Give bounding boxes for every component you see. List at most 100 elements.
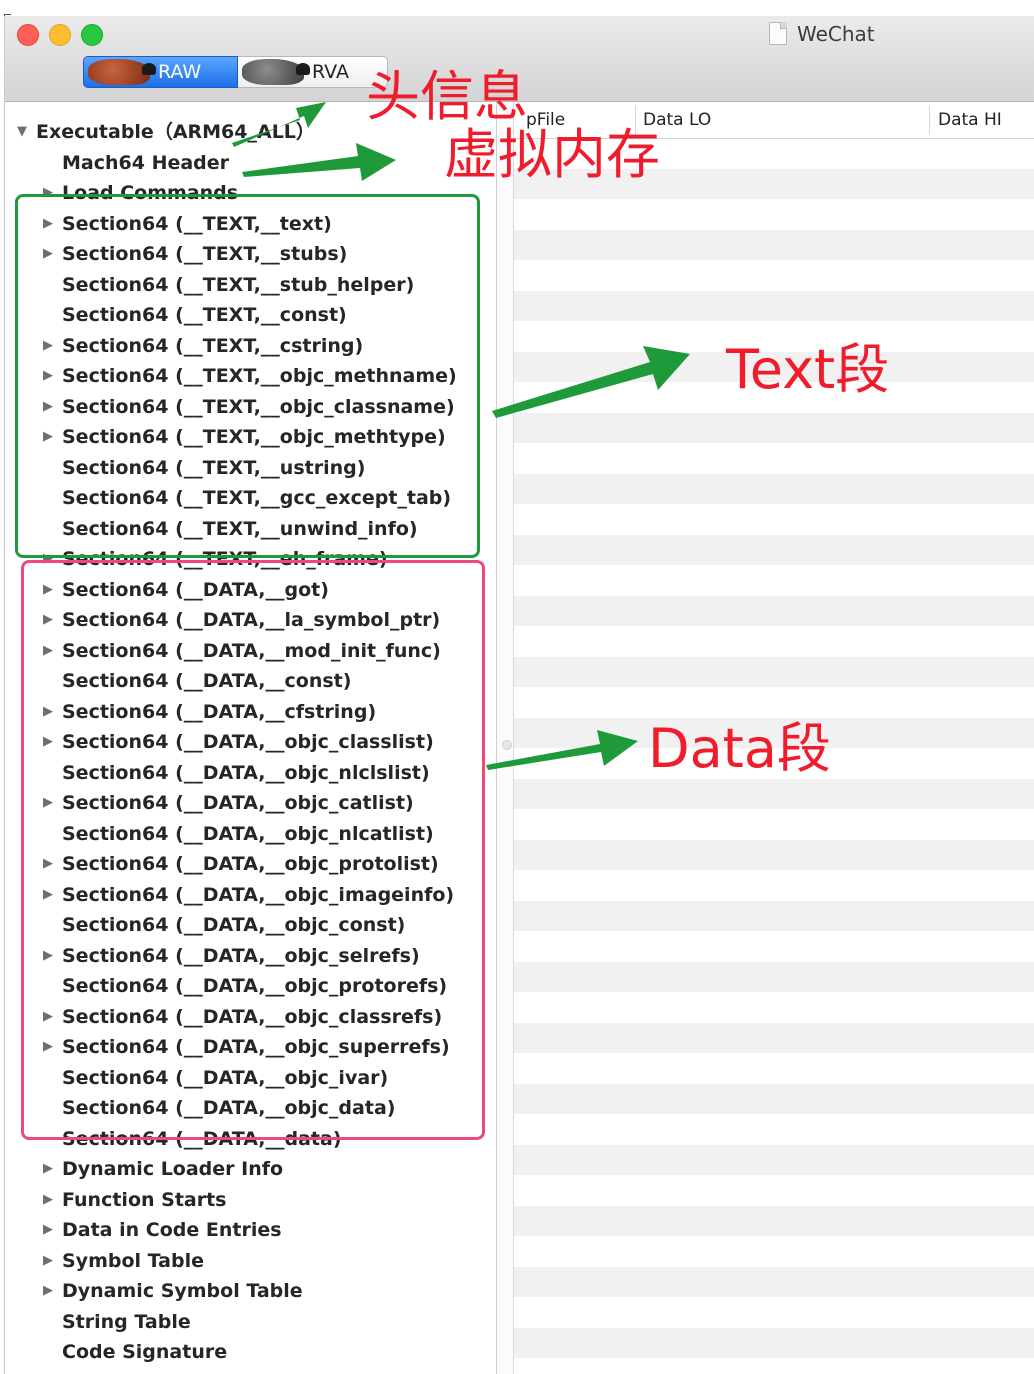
disclosure-collapsed-icon[interactable]: ▶ — [43, 331, 53, 361]
disclosure-collapsed-icon[interactable]: ▶ — [43, 1246, 53, 1276]
tree-row[interactable]: ▶ Section64 (__TEXT,__eh_frame) — [5, 544, 496, 574]
table-row[interactable] — [514, 1297, 1034, 1327]
column-header-data-lo[interactable]: Data LO — [643, 110, 711, 130]
disclosure-collapsed-icon[interactable]: ▶ — [43, 880, 53, 910]
table-row[interactable] — [514, 321, 1034, 351]
raw-view-button[interactable]: RAW — [83, 56, 238, 88]
disclosure-collapsed-icon[interactable]: ▶ — [43, 941, 53, 971]
column-header-pfile[interactable]: pFile — [526, 110, 565, 130]
tree-row[interactable]: Section64 (__TEXT,__stub_helper) — [5, 270, 496, 300]
disclosure-collapsed-icon[interactable]: ▶ — [43, 575, 53, 605]
table-row[interactable] — [514, 961, 1034, 992]
disclosure-collapsed-icon[interactable]: ▶ — [43, 727, 53, 757]
disclosure-collapsed-icon[interactable]: ▶ — [43, 605, 53, 635]
tree-row[interactable]: ▶ Section64 (__DATA,__la_symbol_ptr) — [5, 605, 496, 635]
table-row[interactable] — [514, 717, 1034, 748]
table-row[interactable] — [514, 1327, 1034, 1358]
disclosure-collapsed-icon[interactable]: ▶ — [43, 1185, 53, 1215]
disclosure-collapsed-icon[interactable]: ▶ — [43, 849, 53, 879]
table-row[interactable] — [514, 351, 1034, 382]
table-row[interactable] — [514, 382, 1034, 412]
disclosure-collapsed-icon[interactable]: ▶ — [43, 361, 53, 391]
tree-row[interactable]: ▶ Dynamic Symbol Table — [5, 1276, 496, 1306]
table-row[interactable] — [514, 473, 1034, 504]
disclosure-collapsed-icon[interactable]: ▶ — [43, 1002, 53, 1032]
column-separator[interactable] — [635, 106, 636, 134]
disclosure-expanded-icon[interactable]: ▼ — [17, 117, 27, 147]
table-row[interactable] — [514, 1114, 1034, 1144]
tree-row[interactable]: Section64 (__DATA,__objc_const) — [5, 910, 496, 940]
disclosure-collapsed-icon[interactable]: ▶ — [43, 1154, 53, 1184]
tree-row[interactable]: ▶ Section64 (__DATA,__objc_classrefs) — [5, 1002, 496, 1032]
tree-row[interactable]: ▶ Section64 (__DATA,__got) — [5, 575, 496, 605]
table-row[interactable] — [514, 1236, 1034, 1266]
tree-row[interactable]: Section64 (__DATA,__data) — [5, 1124, 496, 1154]
tree-row[interactable]: Section64 (__DATA,__const) — [5, 666, 496, 696]
table-row[interactable] — [514, 900, 1034, 931]
column-separator[interactable] — [929, 106, 930, 134]
table-row[interactable] — [514, 626, 1034, 656]
structure-tree-sidebar[interactable]: ▼ Executable（ARM64_ALL） Mach64 Header ▶ Load… — [5, 102, 497, 1374]
tree-row[interactable]: Code Signature — [5, 1337, 496, 1367]
disclosure-collapsed-icon[interactable]: ▶ — [43, 239, 53, 269]
table-row[interactable] — [514, 534, 1034, 565]
tree-row[interactable]: Section64 (__DATA,__objc_nlclslist) — [5, 758, 496, 788]
tree-row[interactable]: ▶ Section64 (__DATA,__objc_protolist) — [5, 849, 496, 879]
disclosure-collapsed-icon[interactable]: ▶ — [43, 392, 53, 422]
table-row[interactable] — [514, 687, 1034, 717]
zoom-window-button[interactable] — [81, 24, 103, 46]
tree-row[interactable]: ▶ Section64 (__DATA,__cfstring) — [5, 697, 496, 727]
tree-row[interactable]: Section64 (__TEXT,__ustring) — [5, 453, 496, 483]
table-row[interactable] — [514, 412, 1034, 443]
tree-row[interactable]: ▶ Section64 (__TEXT,__objc_methname) — [5, 361, 496, 391]
rva-view-button[interactable]: RVA — [238, 56, 388, 88]
tree-row[interactable]: ▶ Section64 (__DATA,__objc_superrefs) — [5, 1032, 496, 1062]
table-row[interactable] — [514, 595, 1034, 626]
table-row[interactable] — [514, 1083, 1034, 1114]
disclosure-collapsed-icon[interactable]: ▶ — [43, 788, 53, 818]
tree-row[interactable]: String Table — [5, 1307, 496, 1337]
minimize-window-button[interactable] — [49, 24, 71, 46]
table-row[interactable] — [514, 504, 1034, 534]
tree-row[interactable]: ▶ Section64 (__DATA,__objc_selrefs) — [5, 941, 496, 971]
tree-row[interactable]: ▶ Section64 (__DATA,__objc_catlist) — [5, 788, 496, 818]
tree-row[interactable]: ▶ Function Starts — [5, 1185, 496, 1215]
tree-row[interactable]: ▶ Dynamic Loader Info — [5, 1154, 496, 1184]
disclosure-collapsed-icon[interactable]: ▶ — [43, 209, 53, 239]
tree-row[interactable]: ▶ Section64 (__TEXT,__cstring) — [5, 331, 496, 361]
split-view-divider[interactable] — [497, 102, 514, 1374]
table-row[interactable] — [514, 809, 1034, 839]
table-row[interactable] — [514, 1053, 1034, 1083]
disclosure-collapsed-icon[interactable]: ▶ — [43, 697, 53, 727]
table-row[interactable] — [514, 168, 1034, 199]
tree-row[interactable]: Section64 (__TEXT,__unwind_info) — [5, 514, 496, 544]
divider-handle[interactable] — [502, 740, 512, 750]
table-row[interactable] — [514, 778, 1034, 809]
table-row[interactable] — [514, 229, 1034, 260]
close-window-button[interactable] — [17, 24, 39, 46]
tree-row[interactable]: ▶ Section64 (__TEXT,__stubs) — [5, 239, 496, 269]
table-row[interactable] — [514, 1358, 1034, 1374]
tree-row[interactable]: ▶ Load Commands — [5, 178, 496, 208]
table-row[interactable] — [514, 260, 1034, 290]
table-row[interactable] — [514, 290, 1034, 321]
disclosure-collapsed-icon[interactable]: ▶ — [43, 422, 53, 452]
tree-row[interactable]: ▼ Executable（ARM64_ALL） — [5, 117, 496, 147]
table-row[interactable] — [514, 992, 1034, 1022]
table-row[interactable] — [514, 1266, 1034, 1297]
tree-row[interactable]: Mach64 Header — [5, 148, 496, 178]
table-row[interactable] — [514, 443, 1034, 473]
table-row[interactable] — [514, 839, 1034, 870]
tree-row[interactable]: ▶ Section64 (__TEXT,__objc_methtype) — [5, 422, 496, 452]
disclosure-collapsed-icon[interactable]: ▶ — [43, 1276, 53, 1306]
tree-row[interactable]: ▶ Section64 (__DATA,__objc_imageinfo) — [5, 880, 496, 910]
table-row[interactable] — [514, 565, 1034, 595]
tree-row[interactable]: Section64 (__DATA,__objc_ivar) — [5, 1063, 496, 1093]
table-row[interactable] — [514, 199, 1034, 229]
table-row[interactable] — [514, 1144, 1034, 1175]
column-header-data-hi[interactable]: Data HI — [938, 110, 1002, 130]
table-row[interactable] — [514, 138, 1034, 168]
disclosure-collapsed-icon[interactable]: ▶ — [43, 1032, 53, 1062]
tree-row[interactable]: ▶ Symbol Table — [5, 1246, 496, 1276]
disclosure-collapsed-icon[interactable]: ▶ — [43, 544, 53, 574]
